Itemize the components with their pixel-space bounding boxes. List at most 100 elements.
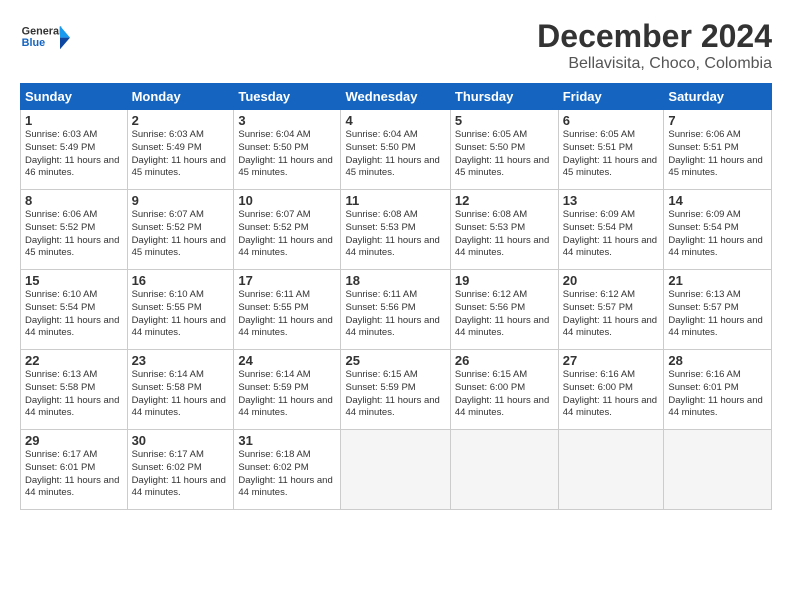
day-number: 27 [563, 353, 660, 368]
day-number: 13 [563, 193, 660, 208]
day-info: Sunrise: 6:09 AM Sunset: 5:54 PM Dayligh… [668, 209, 767, 260]
calendar-cell: 26 Sunrise: 6:15 AM Sunset: 6:00 PM Dayl… [450, 350, 558, 430]
calendar-cell: 5 Sunrise: 6:05 AM Sunset: 5:50 PM Dayli… [450, 110, 558, 190]
col-wednesday: Wednesday [341, 84, 450, 110]
calendar-cell: 10 Sunrise: 6:07 AM Sunset: 5:52 PM Dayl… [234, 190, 341, 270]
day-number: 7 [668, 113, 767, 128]
day-number: 9 [132, 193, 230, 208]
location-subtitle: Bellavisita, Choco, Colombia [537, 55, 772, 73]
day-info: Sunrise: 6:07 AM Sunset: 5:52 PM Dayligh… [132, 209, 230, 260]
day-number: 12 [455, 193, 554, 208]
calendar-cell: 9 Sunrise: 6:07 AM Sunset: 5:52 PM Dayli… [127, 190, 234, 270]
day-info: Sunrise: 6:06 AM Sunset: 5:52 PM Dayligh… [25, 209, 123, 260]
calendar-cell: 25 Sunrise: 6:15 AM Sunset: 5:59 PM Dayl… [341, 350, 450, 430]
calendar-cell: 19 Sunrise: 6:12 AM Sunset: 5:56 PM Dayl… [450, 270, 558, 350]
day-info: Sunrise: 6:10 AM Sunset: 5:54 PM Dayligh… [25, 289, 123, 340]
calendar-cell: 30 Sunrise: 6:17 AM Sunset: 6:02 PM Dayl… [127, 430, 234, 510]
day-info: Sunrise: 6:04 AM Sunset: 5:50 PM Dayligh… [345, 129, 445, 180]
day-number: 10 [238, 193, 336, 208]
svg-text:General: General [22, 25, 62, 37]
day-number: 5 [455, 113, 554, 128]
day-info: Sunrise: 6:08 AM Sunset: 5:53 PM Dayligh… [345, 209, 445, 260]
calendar-cell: 2 Sunrise: 6:03 AM Sunset: 5:49 PM Dayli… [127, 110, 234, 190]
calendar-cell: 14 Sunrise: 6:09 AM Sunset: 5:54 PM Dayl… [664, 190, 772, 270]
day-info: Sunrise: 6:13 AM Sunset: 5:57 PM Dayligh… [668, 289, 767, 340]
day-number: 26 [455, 353, 554, 368]
day-info: Sunrise: 6:17 AM Sunset: 6:01 PM Dayligh… [25, 449, 123, 500]
day-info: Sunrise: 6:09 AM Sunset: 5:54 PM Dayligh… [563, 209, 660, 260]
svg-text:Blue: Blue [22, 37, 45, 49]
calendar-cell: 15 Sunrise: 6:10 AM Sunset: 5:54 PM Dayl… [21, 270, 128, 350]
day-number: 19 [455, 273, 554, 288]
col-tuesday: Tuesday [234, 84, 341, 110]
day-number: 8 [25, 193, 123, 208]
calendar-cell: 22 Sunrise: 6:13 AM Sunset: 5:58 PM Dayl… [21, 350, 128, 430]
day-number: 30 [132, 433, 230, 448]
calendar-table: Sunday Monday Tuesday Wednesday Thursday… [20, 83, 772, 510]
day-info: Sunrise: 6:16 AM Sunset: 6:00 PM Dayligh… [563, 369, 660, 420]
day-info: Sunrise: 6:10 AM Sunset: 5:55 PM Dayligh… [132, 289, 230, 340]
day-number: 16 [132, 273, 230, 288]
calendar-cell [558, 430, 664, 510]
day-number: 3 [238, 113, 336, 128]
day-number: 2 [132, 113, 230, 128]
calendar-cell: 24 Sunrise: 6:14 AM Sunset: 5:59 PM Dayl… [234, 350, 341, 430]
day-info: Sunrise: 6:14 AM Sunset: 5:58 PM Dayligh… [132, 369, 230, 420]
day-number: 11 [345, 193, 445, 208]
day-number: 21 [668, 273, 767, 288]
day-info: Sunrise: 6:13 AM Sunset: 5:58 PM Dayligh… [25, 369, 123, 420]
calendar-cell: 28 Sunrise: 6:16 AM Sunset: 6:01 PM Dayl… [664, 350, 772, 430]
calendar-cell: 7 Sunrise: 6:06 AM Sunset: 5:51 PM Dayli… [664, 110, 772, 190]
day-number: 15 [25, 273, 123, 288]
day-number: 28 [668, 353, 767, 368]
day-number: 29 [25, 433, 123, 448]
header: General Blue December 2024 Bellavisita, … [20, 18, 772, 73]
day-number: 14 [668, 193, 767, 208]
col-monday: Monday [127, 84, 234, 110]
day-info: Sunrise: 6:05 AM Sunset: 5:50 PM Dayligh… [455, 129, 554, 180]
day-info: Sunrise: 6:08 AM Sunset: 5:53 PM Dayligh… [455, 209, 554, 260]
day-info: Sunrise: 6:12 AM Sunset: 5:56 PM Dayligh… [455, 289, 554, 340]
day-info: Sunrise: 6:15 AM Sunset: 5:59 PM Dayligh… [345, 369, 445, 420]
calendar-header-row: Sunday Monday Tuesday Wednesday Thursday… [21, 84, 772, 110]
logo: General Blue [20, 18, 70, 58]
day-info: Sunrise: 6:15 AM Sunset: 6:00 PM Dayligh… [455, 369, 554, 420]
calendar-week-row: 15 Sunrise: 6:10 AM Sunset: 5:54 PM Dayl… [21, 270, 772, 350]
col-saturday: Saturday [664, 84, 772, 110]
day-number: 31 [238, 433, 336, 448]
calendar-cell [664, 430, 772, 510]
calendar-week-row: 22 Sunrise: 6:13 AM Sunset: 5:58 PM Dayl… [21, 350, 772, 430]
day-number: 22 [25, 353, 123, 368]
day-info: Sunrise: 6:05 AM Sunset: 5:51 PM Dayligh… [563, 129, 660, 180]
calendar-cell: 12 Sunrise: 6:08 AM Sunset: 5:53 PM Dayl… [450, 190, 558, 270]
day-info: Sunrise: 6:11 AM Sunset: 5:56 PM Dayligh… [345, 289, 445, 340]
day-info: Sunrise: 6:18 AM Sunset: 6:02 PM Dayligh… [238, 449, 336, 500]
day-number: 24 [238, 353, 336, 368]
day-number: 20 [563, 273, 660, 288]
logo-svg: General Blue [20, 18, 70, 58]
day-number: 18 [345, 273, 445, 288]
calendar-week-row: 29 Sunrise: 6:17 AM Sunset: 6:01 PM Dayl… [21, 430, 772, 510]
calendar-cell [341, 430, 450, 510]
calendar-cell: 31 Sunrise: 6:18 AM Sunset: 6:02 PM Dayl… [234, 430, 341, 510]
calendar-cell: 17 Sunrise: 6:11 AM Sunset: 5:55 PM Dayl… [234, 270, 341, 350]
day-number: 25 [345, 353, 445, 368]
day-info: Sunrise: 6:06 AM Sunset: 5:51 PM Dayligh… [668, 129, 767, 180]
calendar-cell: 20 Sunrise: 6:12 AM Sunset: 5:57 PM Dayl… [558, 270, 664, 350]
day-number: 23 [132, 353, 230, 368]
day-info: Sunrise: 6:03 AM Sunset: 5:49 PM Dayligh… [132, 129, 230, 180]
day-number: 17 [238, 273, 336, 288]
calendar-cell: 8 Sunrise: 6:06 AM Sunset: 5:52 PM Dayli… [21, 190, 128, 270]
col-sunday: Sunday [21, 84, 128, 110]
day-info: Sunrise: 6:16 AM Sunset: 6:01 PM Dayligh… [668, 369, 767, 420]
day-info: Sunrise: 6:14 AM Sunset: 5:59 PM Dayligh… [238, 369, 336, 420]
day-info: Sunrise: 6:07 AM Sunset: 5:52 PM Dayligh… [238, 209, 336, 260]
day-number: 4 [345, 113, 445, 128]
calendar-cell: 27 Sunrise: 6:16 AM Sunset: 6:00 PM Dayl… [558, 350, 664, 430]
day-info: Sunrise: 6:04 AM Sunset: 5:50 PM Dayligh… [238, 129, 336, 180]
calendar-cell: 23 Sunrise: 6:14 AM Sunset: 5:58 PM Dayl… [127, 350, 234, 430]
calendar-cell: 4 Sunrise: 6:04 AM Sunset: 5:50 PM Dayli… [341, 110, 450, 190]
day-info: Sunrise: 6:17 AM Sunset: 6:02 PM Dayligh… [132, 449, 230, 500]
calendar-cell: 21 Sunrise: 6:13 AM Sunset: 5:57 PM Dayl… [664, 270, 772, 350]
day-number: 6 [563, 113, 660, 128]
